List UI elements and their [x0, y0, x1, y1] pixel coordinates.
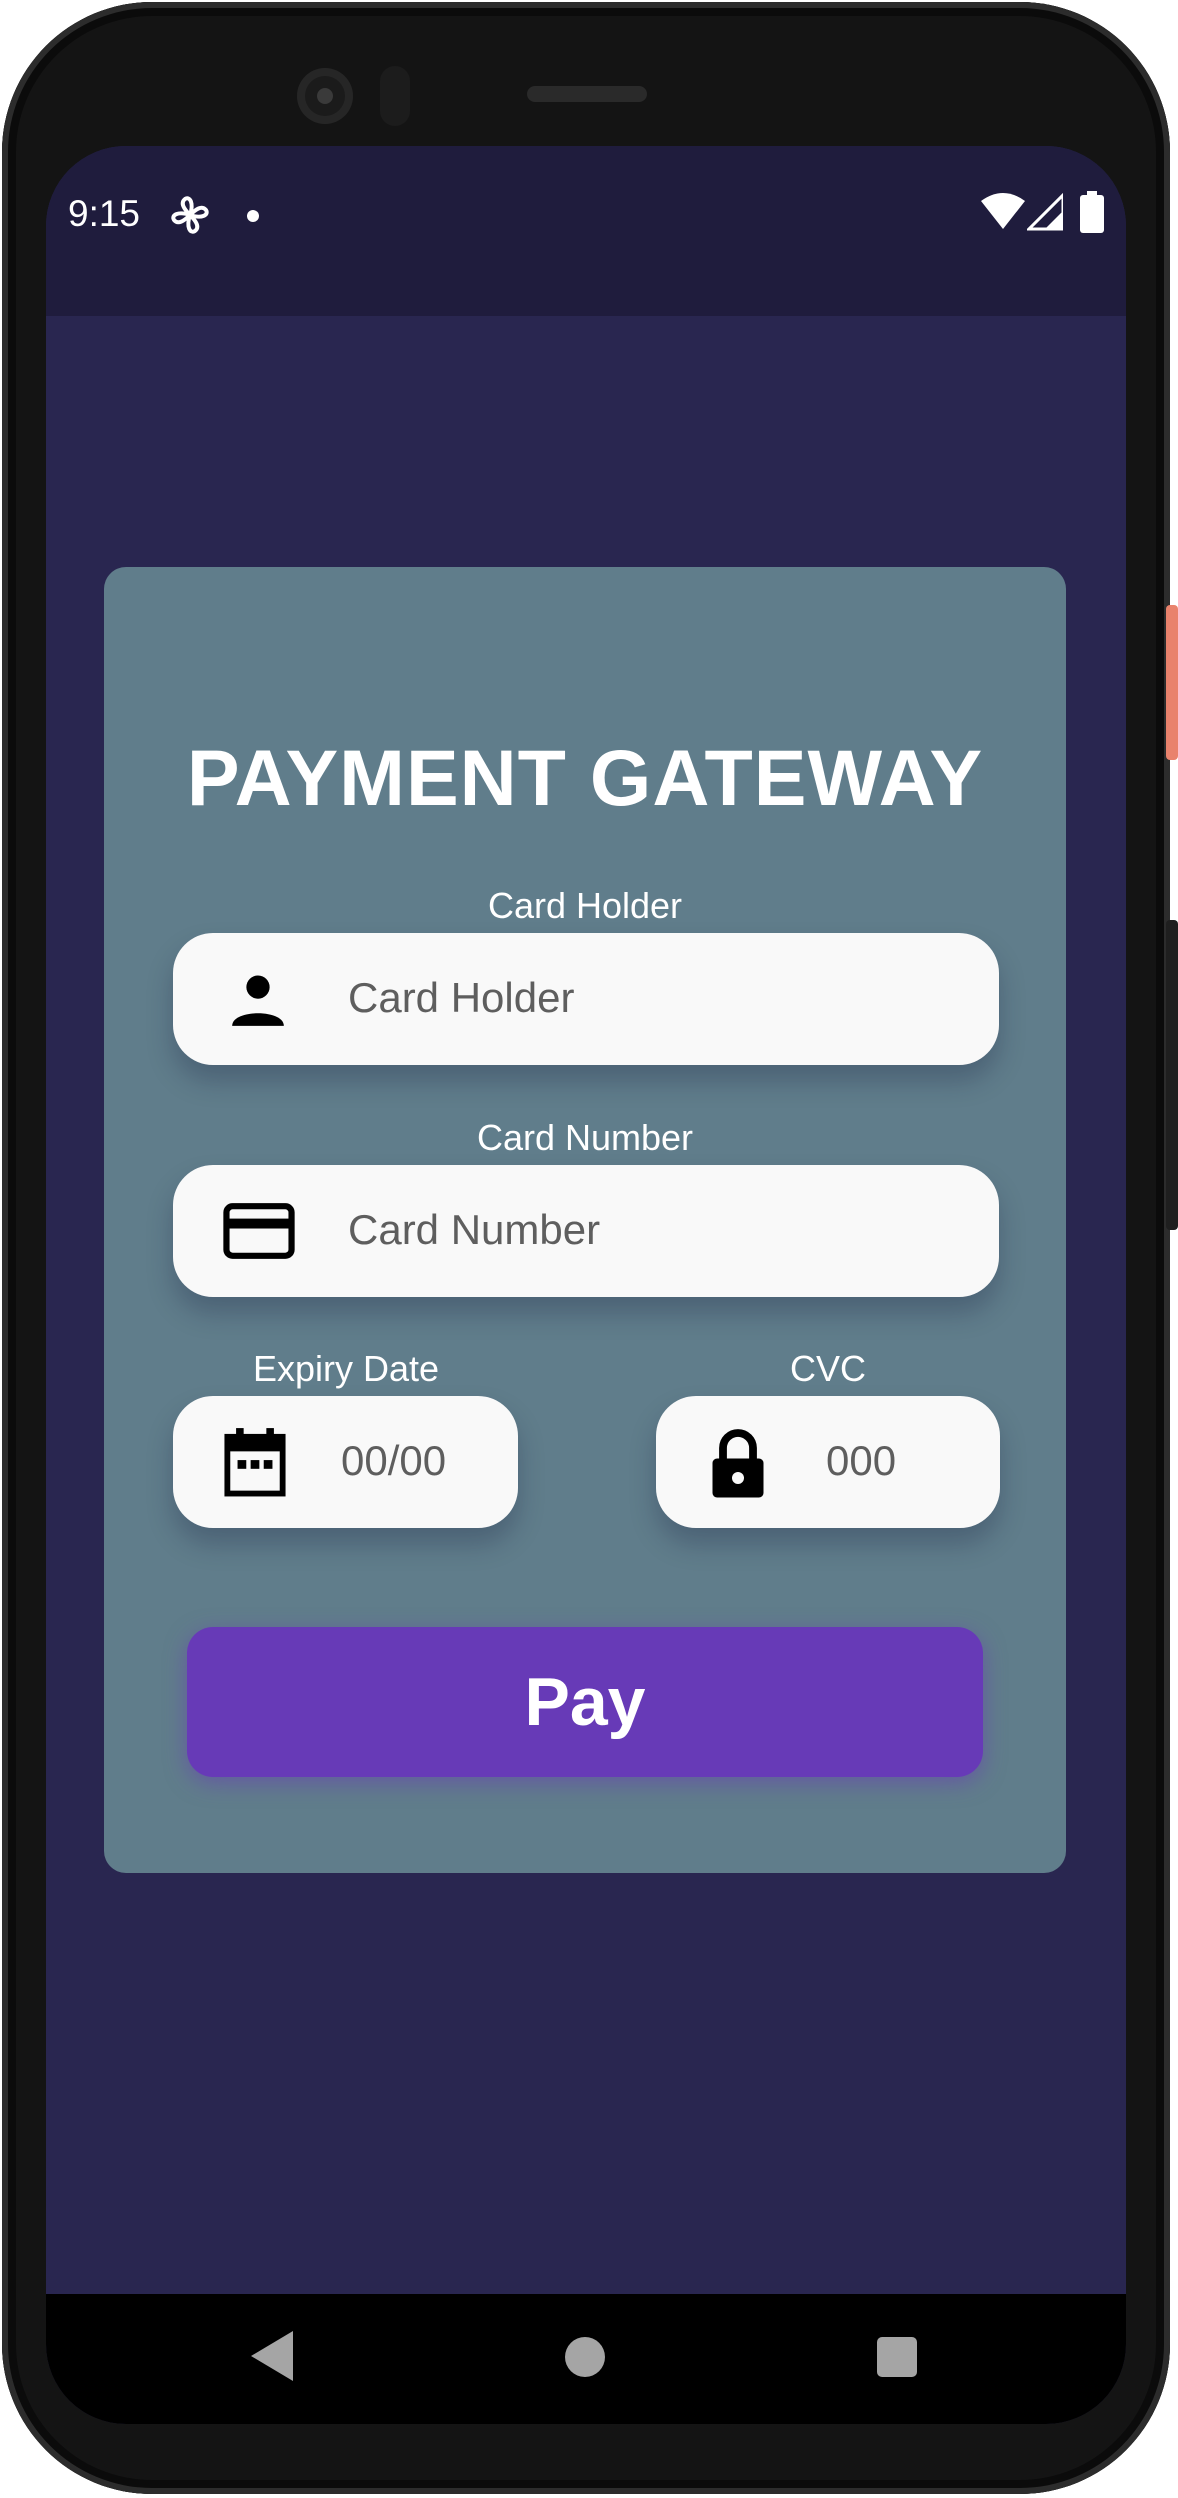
- cvc-placeholder: 000: [826, 1437, 897, 1484]
- expiry-date-placeholder: 00/00: [341, 1437, 447, 1484]
- card-holder-placeholder: Card Holder: [348, 974, 575, 1021]
- volume-button: [1166, 920, 1178, 1230]
- power-button: [1166, 605, 1178, 760]
- card-holder-label: Card Holder: [487, 885, 683, 926]
- wifi-icon: [981, 193, 1025, 229]
- battery-icon: [1080, 191, 1104, 233]
- pay-button[interactable]: Pay: [187, 1627, 983, 1777]
- navigation-bar: [46, 2294, 1126, 2424]
- lock-icon: [712, 1429, 764, 1498]
- card-number-label: Card Number: [476, 1117, 694, 1158]
- fan-icon: [171, 196, 209, 234]
- page-title: PAYMENT GATEWAY: [186, 733, 984, 822]
- cell-signal-icon: [1027, 193, 1063, 231]
- card-holder-field[interactable]: Card Holder: [173, 933, 999, 1065]
- home-icon[interactable]: [565, 2337, 605, 2377]
- cvc-field[interactable]: 000: [656, 1396, 1000, 1528]
- card-number-field[interactable]: Card Number: [173, 1165, 999, 1297]
- status-time: 9:15: [68, 193, 141, 234]
- status-bar: 9:15: [46, 146, 1126, 316]
- payment-card: PAYMENT GATEWAY Card Holder Card Holder …: [104, 567, 1066, 1873]
- card-number-placeholder: Card Number: [348, 1206, 601, 1253]
- expiry-date-label: Expiry Date: [252, 1348, 440, 1389]
- cvc-label: CVC: [789, 1348, 866, 1389]
- back-icon[interactable]: [251, 2331, 293, 2381]
- front-camera: [297, 68, 353, 124]
- proximity-sensor: [380, 66, 410, 126]
- credit-card-icon: [223, 1203, 295, 1259]
- calendar-icon: [224, 1428, 286, 1497]
- recents-icon[interactable]: [877, 2337, 917, 2377]
- notification-dot-icon: [247, 210, 259, 222]
- screen: 9:15 PAYMENT GATEWAY Card Holder Card Ho…: [46, 146, 1126, 2424]
- earpiece-speaker: [527, 86, 647, 102]
- expiry-date-field[interactable]: 00/00: [173, 1396, 518, 1528]
- person-icon: [232, 975, 284, 1026]
